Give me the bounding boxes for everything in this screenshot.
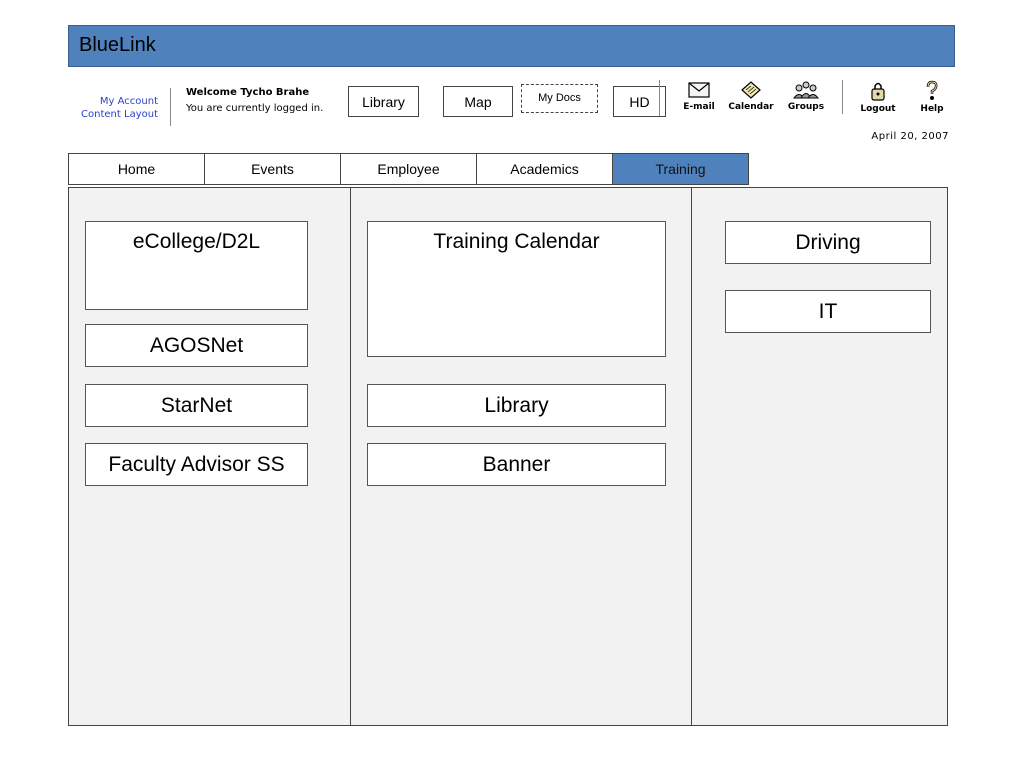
tab-home[interactable]: Home [68,153,205,185]
tab-academics[interactable]: Academics [476,153,613,185]
account-divider [170,88,171,126]
help-label: Help [920,104,944,114]
title-bar: BlueLink [68,25,955,67]
logout-icon [871,82,885,101]
faculty-advisor-ss-link[interactable]: Faculty Advisor SS [85,443,308,486]
library-link[interactable]: Library [367,384,666,427]
date-display: April 20, 2007 [871,131,949,142]
groups-button[interactable]: Groups [781,80,831,112]
groups-icon [793,81,819,99]
starnet-link[interactable]: StarNet [85,384,308,427]
logout-label: Logout [860,104,896,114]
content-layout-link[interactable]: Content Layout [63,109,158,120]
column-divider [691,188,692,725]
tab-training[interactable]: Training [612,153,749,185]
column-divider [350,188,351,725]
groups-label: Groups [787,102,825,112]
library-quick-button[interactable]: Library [348,86,419,117]
email-button[interactable]: E-mail [674,80,724,112]
tab-events[interactable]: Events [204,153,341,185]
map-quick-button[interactable]: Map [443,86,513,117]
calendar-label: Calendar [728,102,774,112]
login-status-text: You are currently logged in. [186,103,324,114]
banner-link[interactable]: Banner [367,443,666,486]
calendar-icon [741,81,761,99]
driving-link[interactable]: Driving [725,221,931,264]
my-docs-quick-button[interactable]: My Docs [521,84,598,113]
tab-employee[interactable]: Employee [340,153,477,185]
training-calendar-link[interactable]: Training Calendar [367,221,666,357]
agosnet-link[interactable]: AGOSNet [85,324,308,367]
welcome-text: Welcome Tycho Brahe [186,87,310,98]
help-icon [926,80,938,100]
my-account-link[interactable]: My Account [63,96,158,107]
logout-button[interactable]: Logout [853,80,903,114]
toolbar-divider [659,80,660,116]
help-button[interactable]: Help [907,80,957,114]
it-link[interactable]: IT [725,290,931,333]
tab-bar: Home Events Employee Academics Training [68,153,749,185]
calendar-button[interactable]: Calendar [726,80,776,112]
content-panel: eCollege/D2L AGOSNet StarNet Faculty Adv… [68,187,948,726]
email-label: E-mail [683,102,715,112]
toolbar-divider [842,80,843,114]
app-title: BlueLink [79,34,156,56]
ecollege-d2l-link[interactable]: eCollege/D2L [85,221,308,310]
envelope-icon [688,82,710,98]
